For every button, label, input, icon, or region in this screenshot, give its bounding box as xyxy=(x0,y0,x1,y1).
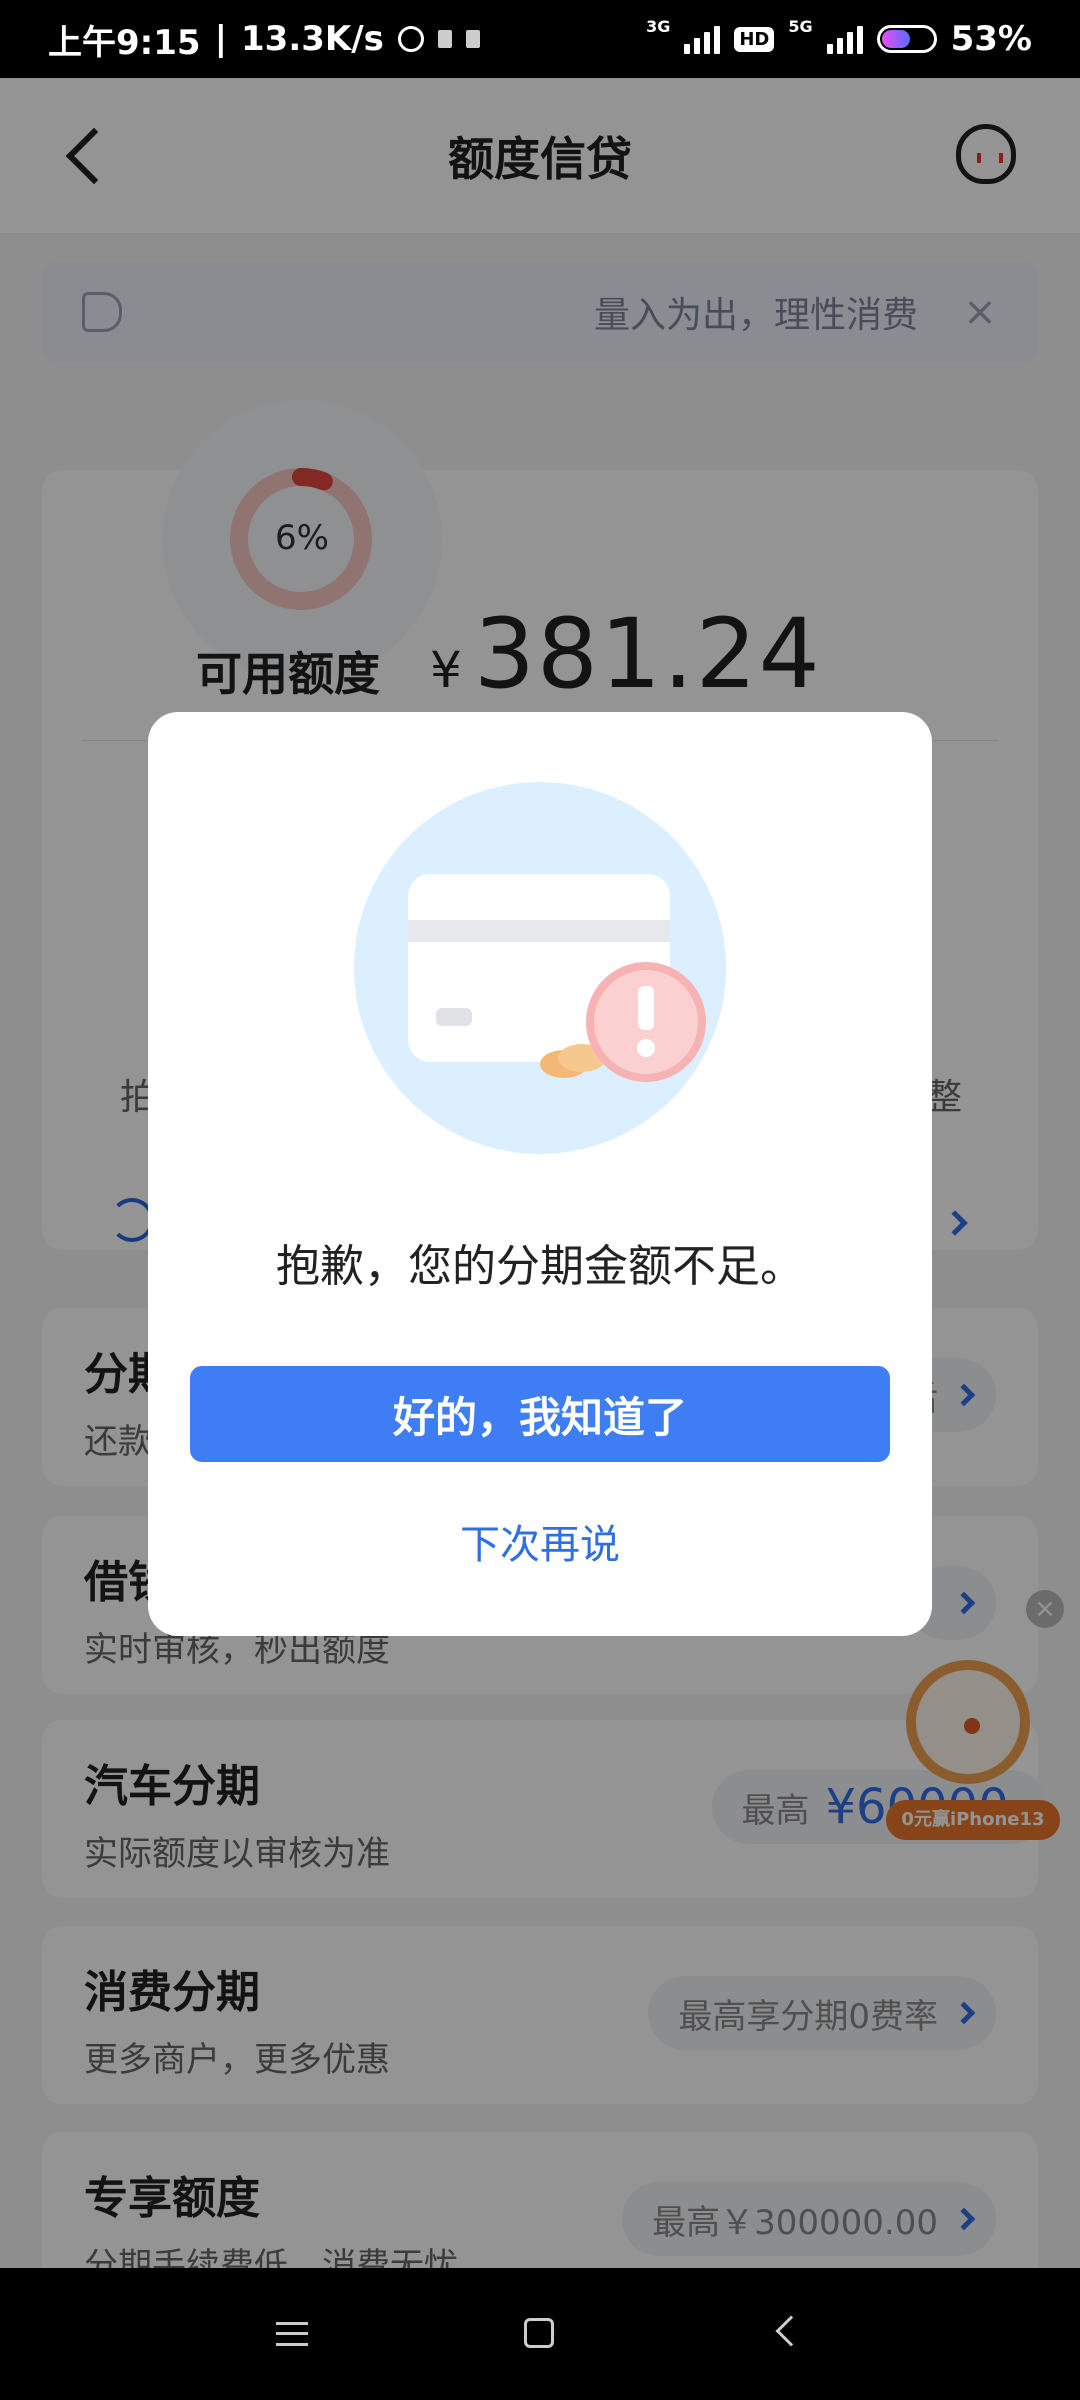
network-speed: 13.3K/s xyxy=(241,19,384,59)
screen: 上午9:15 | 13.3K/s 3G HD 5G 53% 额度信贷 量入为出，… xyxy=(0,0,1080,2400)
signal-icon xyxy=(684,24,721,54)
app-notification-icon xyxy=(437,30,452,48)
home-icon[interactable] xyxy=(524,2318,554,2348)
network-type-1: 3G xyxy=(646,17,671,36)
dialog-message: 抱歉，您的分期金额不足。 xyxy=(276,1241,804,1292)
alert-dialog: 抱歉，您的分期金额不足。 好的，我知道了 下次再说 xyxy=(148,712,932,1636)
signal-icon-2 xyxy=(826,24,863,54)
network-type-2: 5G xyxy=(788,17,813,36)
app-notification-icon-2 xyxy=(465,30,480,48)
battery-icon xyxy=(876,25,937,53)
card-warning-illustration xyxy=(354,782,726,1154)
hd-badge: HD xyxy=(734,26,775,52)
system-nav-bar xyxy=(0,2268,1080,2400)
recent-apps-icon[interactable] xyxy=(276,2322,308,2346)
status-bar: 上午9:15 | 13.3K/s 3G HD 5G 53% xyxy=(0,0,1080,78)
back-icon[interactable] xyxy=(775,2315,807,2347)
status-time: 上午9:15 xyxy=(48,22,201,63)
dismiss-link[interactable]: 下次再说 xyxy=(148,1512,932,1570)
alarm-icon xyxy=(397,26,424,52)
confirm-button[interactable]: 好的，我知道了 xyxy=(190,1366,890,1462)
battery-percent: 53% xyxy=(950,19,1032,59)
